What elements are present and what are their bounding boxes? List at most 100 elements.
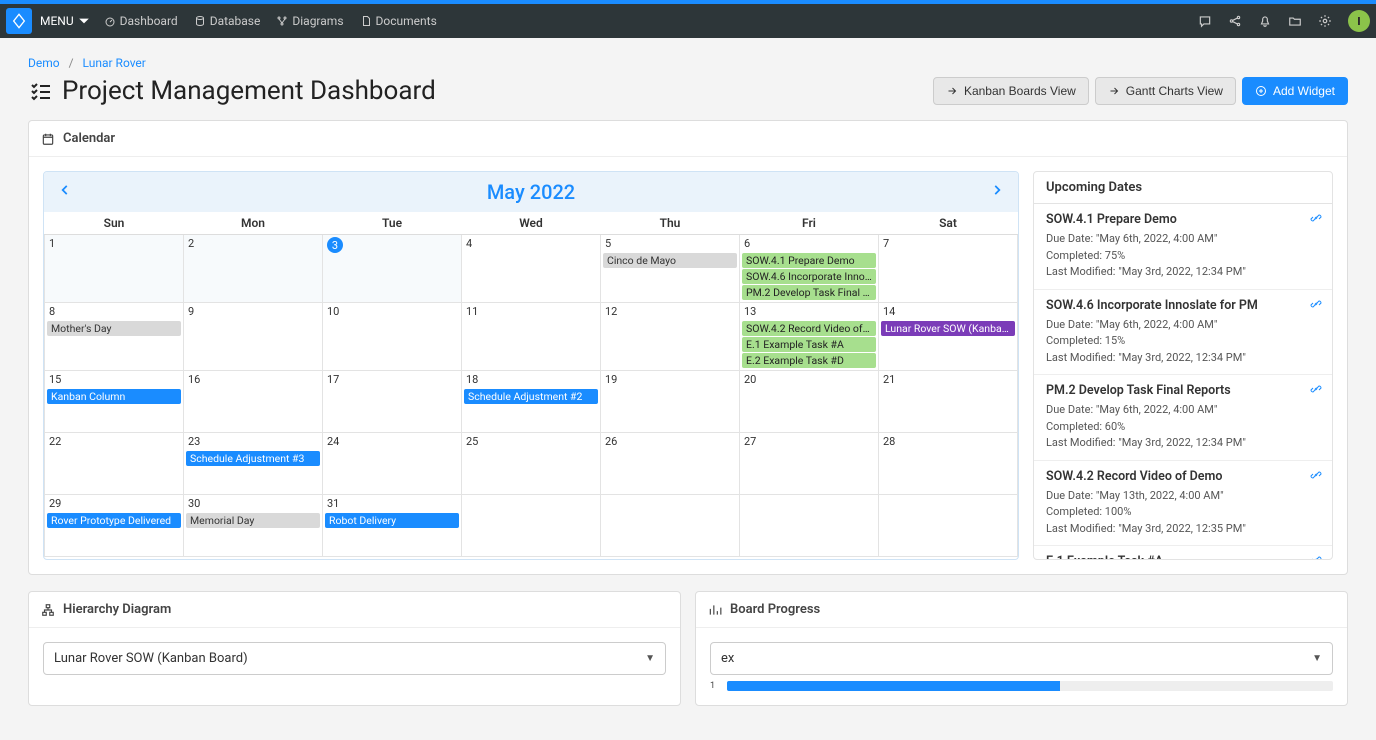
calendar-cell[interactable]: 31Robot Delivery <box>323 495 462 557</box>
calendar-cell[interactable]: 6SOW.4.1 Prepare DemoSOW.4.6 Incorporate… <box>740 235 879 303</box>
calendar-event[interactable]: Lunar Rover SOW (Kanban Boa... <box>881 321 1015 336</box>
calendar-cell[interactable]: 22 <box>45 433 184 495</box>
calendar-cell[interactable] <box>879 495 1018 557</box>
day-number: 12 <box>605 305 617 318</box>
calendar-cell[interactable]: 5Cinco de Mayo <box>601 235 740 303</box>
link-icon[interactable] <box>1310 298 1322 314</box>
calendar-cell[interactable] <box>740 495 879 557</box>
day-number: 26 <box>605 435 617 448</box>
gantt-view-button[interactable]: Gantt Charts View <box>1095 77 1236 105</box>
nav-diagrams[interactable]: Diagrams <box>276 14 343 28</box>
folder-icon[interactable] <box>1288 14 1302 28</box>
calendar-icon <box>41 132 55 146</box>
calendar-event[interactable]: E.2 Example Task #D <box>742 353 876 368</box>
board-progress-select[interactable]: ex ▼ <box>710 642 1333 675</box>
kanban-view-button[interactable]: Kanban Boards View <box>933 77 1089 105</box>
bell-icon[interactable] <box>1258 14 1272 28</box>
day-header: Thu <box>601 212 740 235</box>
arrow-right-icon <box>1108 85 1120 97</box>
calendar-cell[interactable]: 26 <box>601 433 740 495</box>
breadcrumb: Demo / Lunar Rover <box>28 56 1348 70</box>
menu-button[interactable]: MENU <box>40 14 90 28</box>
calendar-event[interactable]: SOW.4.2 Record Video of Demo <box>742 321 876 336</box>
add-widget-button[interactable]: Add Widget <box>1242 77 1348 105</box>
calendar-cell[interactable]: 29Rover Prototype Delivered <box>45 495 184 557</box>
nav-documents[interactable]: Documents <box>360 14 437 28</box>
calendar-cell[interactable] <box>462 495 601 557</box>
calendar-event[interactable]: Mother's Day <box>47 321 181 336</box>
upcoming-item[interactable]: SOW.4.6 Incorporate Innoslate for PMDue … <box>1034 290 1332 376</box>
calendar-cell[interactable]: 16 <box>184 371 323 433</box>
diagrams-icon <box>276 15 288 27</box>
calendar-cell[interactable]: 11 <box>462 303 601 371</box>
calendar-event[interactable]: Cinco de Mayo <box>603 253 737 268</box>
caret-down-icon: ▼ <box>1312 653 1322 664</box>
nav-database[interactable]: Database <box>194 14 261 28</box>
nav-dashboard[interactable]: Dashboard <box>104 14 178 28</box>
breadcrumb-project[interactable]: Lunar Rover <box>83 56 146 70</box>
calendar-cell[interactable]: 19 <box>601 371 740 433</box>
calendar-event[interactable]: Schedule Adjustment #2 <box>464 389 598 404</box>
logo[interactable] <box>6 8 32 34</box>
calendar-cell[interactable]: 1 <box>45 235 184 303</box>
calendar-cell[interactable]: 4 <box>462 235 601 303</box>
calendar-cell[interactable]: 17 <box>323 371 462 433</box>
upcoming-item-title: SOW.4.1 Prepare Demo <box>1046 212 1320 227</box>
breadcrumb-root[interactable]: Demo <box>28 56 60 70</box>
link-icon[interactable] <box>1310 383 1322 399</box>
chat-icon[interactable] <box>1198 14 1212 28</box>
hierarchy-select[interactable]: Lunar Rover SOW (Kanban Board) ▼ <box>43 642 666 675</box>
calendar-cell[interactable]: 18 Schedule Adjustment #2 <box>462 371 601 433</box>
calendar-cell[interactable]: 12 <box>601 303 740 371</box>
upcoming-item[interactable]: SOW.4.1 Prepare DemoDue Date: "May 6th, … <box>1034 204 1332 290</box>
upcoming-item[interactable]: SOW.4.2 Record Video of DemoDue Date: "M… <box>1034 461 1332 547</box>
calendar-event[interactable]: Kanban Column <box>47 389 181 404</box>
calendar-event[interactable]: Robot Delivery <box>325 513 459 528</box>
calendar-event[interactable]: SOW.4.1 Prepare Demo <box>742 253 876 268</box>
day-number: 24 <box>327 435 339 448</box>
database-icon <box>194 15 206 27</box>
calendar-cell[interactable]: 21 <box>879 371 1018 433</box>
calendar-cell[interactable]: 24 <box>323 433 462 495</box>
calendar-cell[interactable] <box>601 495 740 557</box>
calendar-cell[interactable]: 2 <box>184 235 323 303</box>
progress-chart: 1 <box>710 681 1333 691</box>
day-number: 15 <box>49 373 61 386</box>
plus-circle-icon <box>1255 85 1267 97</box>
share-icon[interactable] <box>1228 14 1242 28</box>
calendar-cell[interactable]: 8Mother's Day <box>45 303 184 371</box>
calendar-event[interactable]: E.1 Example Task #A <box>742 337 876 352</box>
link-icon[interactable] <box>1310 554 1322 559</box>
calendar-event[interactable]: Rover Prototype Delivered <box>47 513 181 528</box>
upcoming-item-title: E.1 Example Task #A <box>1046 554 1320 559</box>
calendar-cell[interactable]: 9 <box>184 303 323 371</box>
day-number: 18 <box>466 373 478 386</box>
menu-label: MENU <box>40 14 74 28</box>
calendar-cell[interactable]: 23Schedule Adjustment #3 <box>184 433 323 495</box>
calendar-event[interactable]: Schedule Adjustment #3 <box>186 451 320 466</box>
calendar-cell[interactable]: 7 <box>879 235 1018 303</box>
calendar-cell[interactable]: 30Memorial Day <box>184 495 323 557</box>
calendar-cell[interactable]: 28 <box>879 433 1018 495</box>
day-number: 7 <box>883 237 889 250</box>
upcoming-title: Upcoming Dates <box>1034 172 1332 204</box>
prev-month-button[interactable] <box>58 183 72 201</box>
calendar-cell[interactable]: 10 <box>323 303 462 371</box>
link-icon[interactable] <box>1310 469 1322 485</box>
calendar-cell[interactable]: 13SOW.4.2 Record Video of DemoE.1 Exampl… <box>740 303 879 371</box>
avatar[interactable]: I <box>1348 10 1370 32</box>
calendar-cell[interactable]: 25 <box>462 433 601 495</box>
upcoming-item[interactable]: E.1 Example Task #ADue Date: "May 13th, … <box>1034 546 1332 559</box>
next-month-button[interactable] <box>990 183 1004 201</box>
link-icon[interactable] <box>1310 212 1322 228</box>
calendar-cell[interactable]: 3 <box>323 235 462 303</box>
calendar-event[interactable]: Memorial Day <box>186 513 320 528</box>
calendar-cell[interactable]: 15 Kanban Column <box>45 371 184 433</box>
gear-icon[interactable] <box>1318 14 1332 28</box>
calendar-cell[interactable]: 27 <box>740 433 879 495</box>
calendar-event[interactable]: PM.2 Develop Task Final Repor... <box>742 285 876 300</box>
upcoming-item[interactable]: PM.2 Develop Task Final ReportsDue Date:… <box>1034 375 1332 461</box>
calendar-cell[interactable]: 14Lunar Rover SOW (Kanban Boa... <box>879 303 1018 371</box>
calendar-event[interactable]: SOW.4.6 Incorporate Innoslate... <box>742 269 876 284</box>
calendar-cell[interactable]: 20 <box>740 371 879 433</box>
